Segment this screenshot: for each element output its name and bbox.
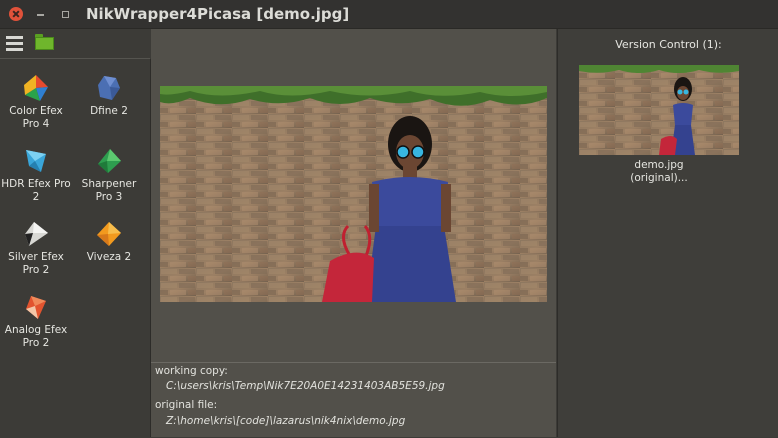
viveza-icon xyxy=(97,222,121,246)
tool-silver-efex[interactable]: Silver Efex Pro 2 xyxy=(0,219,72,277)
maximize-window-button[interactable] xyxy=(58,7,72,21)
window-title: NikWrapper4Picasa [demo.jpg] xyxy=(86,5,350,23)
working-copy-label: working copy: xyxy=(155,365,228,377)
tool-hdr-efex[interactable]: HDR Efex Pro 2 xyxy=(0,146,72,204)
close-window-button[interactable] xyxy=(9,7,23,21)
tool-label: Color Efex Pro 4 xyxy=(9,105,63,130)
version-control-title: Version Control (1): xyxy=(615,38,722,51)
version-control-panel: Version Control (1): demo.jpg (original)… xyxy=(557,29,778,437)
minimize-window-button[interactable] xyxy=(34,7,48,21)
tool-label: Sharpener Pro 3 xyxy=(81,178,137,203)
tool-label: Viveza 2 xyxy=(86,251,132,263)
tool-dfine[interactable]: Dfine 2 xyxy=(73,73,145,118)
tool-label: HDR Efex Pro 2 xyxy=(1,178,71,203)
original-file-label: original file: xyxy=(155,399,218,411)
tool-label: Silver Efex Pro 2 xyxy=(8,251,64,276)
working-copy-path: C:\users\kris\Temp\Nik7E20A0E14231403AB5… xyxy=(166,380,445,392)
dfine-icon xyxy=(98,76,120,100)
color-efex-icon xyxy=(24,75,48,101)
folder-icon[interactable] xyxy=(35,34,55,52)
version-item-note: (original)... xyxy=(630,172,688,184)
tool-label: Dfine 2 xyxy=(90,105,128,117)
tool-color-efex[interactable]: Color Efex Pro 4 xyxy=(0,73,72,131)
tool-sharpener[interactable]: Sharpener Pro 3 xyxy=(73,146,145,204)
file-paths: working copy: C:\users\kris\Temp\Nik7E20… xyxy=(151,362,556,438)
original-file-path: Z:\home\kris\[code]\lazarus\nik4nix\demo… xyxy=(166,415,406,427)
title-bar: NikWrapper4Picasa [demo.jpg] xyxy=(0,0,778,29)
preview-pane: working copy: C:\users\kris\Temp\Nik7E20… xyxy=(151,29,556,437)
tool-label: Analog Efex Pro 2 xyxy=(4,324,68,349)
photo-preview[interactable] xyxy=(160,86,547,302)
sharpener-icon xyxy=(98,149,121,173)
analog-efex-icon xyxy=(26,296,46,319)
tool-analog-efex[interactable]: Analog Efex Pro 2 xyxy=(0,292,72,350)
tool-viveza[interactable]: Viveza 2 xyxy=(73,219,145,264)
version-item-filename: demo.jpg xyxy=(634,159,684,171)
version-thumbnail[interactable] xyxy=(579,65,739,155)
toolbar xyxy=(0,29,150,59)
silver-efex-icon xyxy=(25,222,48,246)
version-item-caption[interactable]: demo.jpg (original)... xyxy=(579,159,739,185)
menu-icon[interactable] xyxy=(6,34,24,52)
tools-panel: Color Efex Pro 4 Dfine 2 HDR Efex Pro 2 … xyxy=(0,59,151,437)
hdr-efex-icon xyxy=(26,150,46,172)
